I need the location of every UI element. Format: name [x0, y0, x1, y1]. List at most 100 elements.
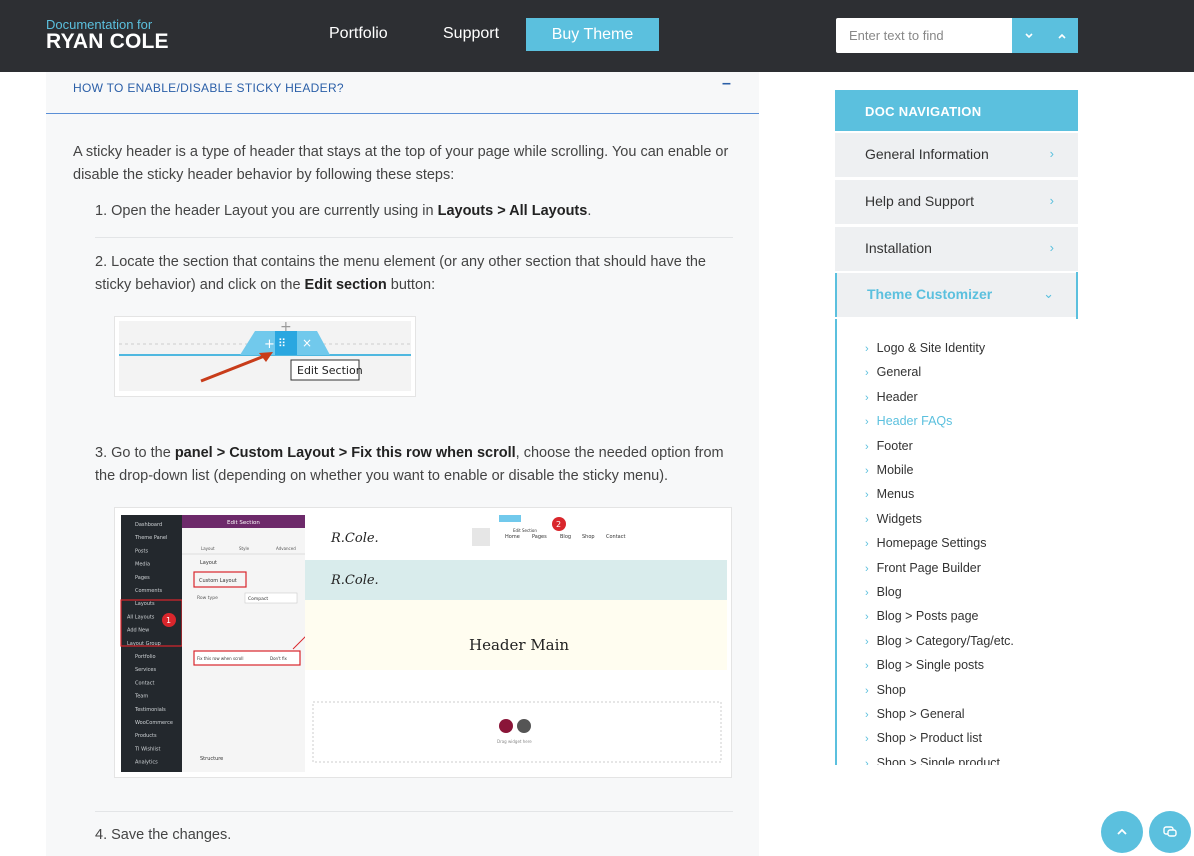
fix-row-value: Don't fix [270, 656, 288, 661]
sidebar-sub-item-label: Shop > Product list [876, 731, 982, 746]
sidebar-sub-list: › Logo & Site Identity › General › Header › Hea… [835, 319, 1078, 765]
step-text: Open the header Layout you are currently… [111, 203, 438, 219]
panel-tab: Layout [201, 546, 215, 551]
svg-text:×: × [302, 336, 312, 350]
search-input[interactable]: Enter text to find [836, 18, 1012, 53]
site-nav-item: Contact [606, 534, 625, 540]
sidebar-sub-item[interactable]: › Blog > Category/Tag/etc. [865, 634, 1014, 648]
step-text: Go to the [111, 445, 175, 461]
admin-menu-item: Portfolio [135, 654, 156, 660]
admin-menu-item: TI Wishlist [134, 746, 160, 752]
step-number: 2. [95, 254, 108, 270]
divider [95, 811, 733, 812]
chevron-right-icon: › [1049, 146, 1054, 161]
chevron-right-icon: › [865, 709, 869, 721]
edit-section-illustration: + ⠿ × + Edit Section [119, 319, 411, 391]
chevron-right-icon: › [865, 611, 869, 624]
sidebar-sub-item[interactable]: › Shop > Product list [865, 731, 982, 745]
sidebar-sub-item[interactable]: › Header FAQs [865, 414, 952, 428]
buy-theme-button[interactable]: Buy Theme [526, 18, 659, 51]
admin-menu-item: Layouts [135, 601, 155, 607]
chevron-right-icon: › [865, 440, 869, 453]
svg-text:+: + [280, 319, 292, 335]
sidebar-sub-item-label: Widgets [876, 511, 922, 526]
main-content: HOW TO ENABLE/DISABLE STICKY HEADER? – A… [46, 72, 759, 856]
chevron-right-icon: › [865, 538, 869, 551]
sidebar-sub-item[interactable]: › General [865, 365, 921, 379]
sidebar-sub-item[interactable]: › Mobile [865, 463, 914, 477]
row-type-label: Row type [197, 595, 218, 601]
sidebar-item-installation[interactable]: Installation › [835, 227, 1078, 271]
chevron-right-icon: › [865, 489, 869, 502]
sidebar-sub-item[interactable]: › Homepage Settings [865, 536, 986, 550]
admin-menu-item: Contact [135, 680, 154, 686]
arrow-up-icon [1117, 828, 1127, 835]
logo-title[interactable]: RYAN COLE [46, 30, 169, 54]
custom-layout-screenshot: Dashboard Theme Panel Posts Media Pages Comme… [114, 507, 732, 778]
svg-text:⠿: ⠿ [278, 337, 286, 350]
site-nav-item: Pages [532, 534, 547, 540]
chevron-right-icon: › [865, 513, 869, 526]
sidebar-item-theme-customizer[interactable]: Theme Customizer ⌄ [835, 273, 1078, 317]
sidebar-sub-item-label: Blog > Category/Tag/etc. [876, 633, 1014, 648]
admin-menu-item: All Layouts [127, 614, 155, 620]
sidebar-sub-item[interactable]: › Widgets [865, 512, 922, 526]
chevron-right-icon: › [865, 660, 869, 673]
admin-menu-item: Add New [127, 628, 149, 634]
step-number: 4. [95, 827, 108, 843]
panel-section: Custom Layout [199, 578, 237, 584]
sidebar-sub-item-label: Header [876, 389, 918, 404]
scroll-top-button[interactable] [1101, 811, 1143, 853]
admin-menu-item: Team [134, 694, 148, 700]
badge-1: 1 [166, 616, 171, 625]
admin-menu-item: Services [135, 667, 156, 673]
sidebar-sub-item-label: Shop > Single product [876, 755, 1001, 765]
site-nav-item: Shop [582, 534, 595, 540]
chevron-down-icon [1024, 32, 1033, 38]
sidebar-sub-item[interactable]: › Header [865, 390, 918, 404]
sidebar-sub-item[interactable]: › Logo & Site Identity [865, 341, 985, 355]
panel-tab: Style [239, 546, 250, 551]
sidebar-sub-item[interactable]: › Blog > Single posts [865, 658, 984, 672]
chevron-right-icon: › [1049, 193, 1054, 208]
fix-row-label: Fix this row when scroll [197, 656, 243, 661]
admin-menu-item: Products [135, 733, 157, 739]
step-3: 3. Go to the panel > Custom Layout > Fix… [95, 442, 735, 488]
sidebar-sub-item[interactable]: › Footer [865, 439, 913, 453]
panel-title: Edit Section [227, 520, 260, 526]
chat-button[interactable] [1149, 811, 1191, 853]
step-text-end: button: [386, 277, 436, 293]
step-bold: Edit section [304, 277, 387, 293]
sidebar-sub-item[interactable]: › Blog [865, 585, 902, 599]
sidebar-sub-item[interactable]: › Front Page Builder [865, 561, 981, 575]
accordion-title: HOW TO ENABLE/DISABLE STICKY HEADER? [73, 81, 344, 95]
chevron-up-icon [1057, 33, 1066, 39]
sidebar-item-general-information[interactable]: General Information › [835, 133, 1078, 177]
panel-section: Layout [200, 560, 217, 566]
accordion-collapse-toggle[interactable]: – [722, 75, 731, 93]
sidebar-item-label: Help and Support [865, 193, 974, 209]
step-number: 1. [95, 203, 108, 219]
nav-portfolio[interactable]: Portfolio [329, 25, 388, 43]
accordion-header[interactable]: HOW TO ENABLE/DISABLE STICKY HEADER? – [46, 72, 759, 114]
sidebar-sub-item-label: Menus [876, 487, 915, 502]
sidebar-item-help-and-support[interactable]: Help and Support › [835, 180, 1078, 224]
chevron-down-icon: ⌄ [1043, 286, 1054, 301]
sidebar-sub-item[interactable]: › Shop > Single product [865, 756, 1000, 765]
chevron-right-icon: › [865, 635, 869, 648]
sidebar-sub-item[interactable]: › Blog > Posts page [865, 609, 978, 623]
sidebar-sub-item-label: Header FAQs [876, 414, 953, 429]
search-next-button[interactable] [1012, 18, 1045, 53]
search-prev-button[interactable] [1045, 18, 1078, 53]
sidebar-sub-item[interactable]: › Shop > General [865, 707, 965, 721]
nav-support[interactable]: Support [443, 25, 499, 43]
sidebar-sub-item-label: Footer [876, 438, 913, 453]
admin-menu-item: Media [135, 562, 150, 568]
admin-menu-item: Testimonials [134, 707, 166, 713]
chevron-right-icon: › [865, 367, 869, 380]
header-main-text: Header Main [469, 636, 569, 654]
sidebar-sub-item[interactable]: › Menus [865, 487, 914, 501]
sidebar-sub-item[interactable]: › Shop [865, 683, 906, 697]
step-number: 3. [95, 445, 108, 461]
doc-navigation-title: DOC NAVIGATION [835, 90, 1078, 131]
